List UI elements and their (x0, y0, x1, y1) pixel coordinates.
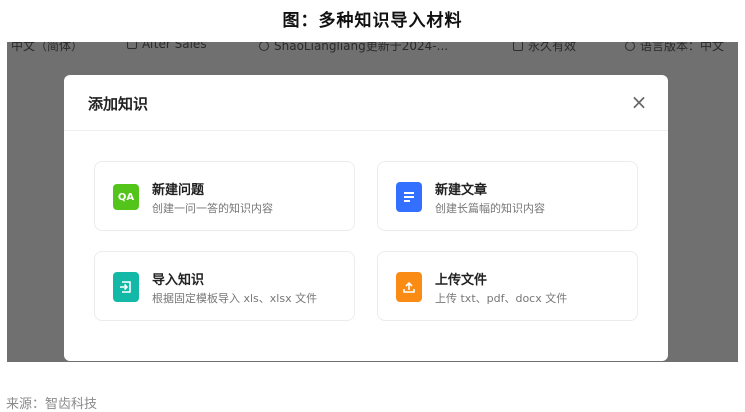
validity-item[interactable]: 永久有效 (513, 42, 576, 54)
upload-icon (396, 272, 422, 302)
calendar-icon (513, 42, 523, 51)
dialog-title: 添加知识 (88, 95, 149, 113)
category-icon (127, 42, 137, 49)
new-question-option[interactable]: QA 新建问题 创建一问一答的知识内容 (94, 161, 355, 231)
figure-caption: 图：多种知识导入材料 (282, 11, 463, 31)
option-desc: 根据固定模板导入 xls、xlsx 文件 (152, 292, 318, 305)
option-title: 上传文件 (435, 273, 488, 288)
add-knowledge-dialog: 添加知识 × QA 新建问题 创建一问一答的知识内容 新建文章 创建长篇幅的知识… (64, 75, 668, 361)
validity-label: 永久有效 (528, 42, 577, 53)
source-note: 来源：智齿科技 (6, 397, 98, 412)
update-label: ShaoLiangliang更新于2024-... (274, 42, 449, 53)
option-desc: 创建一问一答的知识内容 (152, 202, 273, 215)
globe-icon (625, 42, 635, 51)
option-title: 新建文章 (435, 183, 488, 198)
document-icon (396, 182, 422, 212)
update-item: ShaoLiangliang更新于2024-... (259, 42, 448, 54)
category-item[interactable]: After Sales (127, 42, 207, 51)
close-icon[interactable]: × (628, 91, 650, 113)
qa-icon: QA (113, 184, 139, 210)
option-title: 新建问题 (152, 183, 205, 198)
category-label: After Sales (142, 42, 207, 51)
dialog-header: 添加知识 × (64, 75, 668, 131)
option-title: 导入知识 (152, 273, 205, 288)
language-label: 中文（简体） (11, 42, 84, 53)
import-knowledge-option[interactable]: 导入知识 根据固定模板导入 xls、xlsx 文件 (94, 251, 355, 321)
version-label: 语言版本：中文 (640, 42, 725, 53)
new-article-option[interactable]: 新建文章 创建长篇幅的知识内容 (377, 161, 638, 231)
upload-file-option[interactable]: 上传文件 上传 txt、pdf、docx 文件 (377, 251, 638, 321)
clock-icon (259, 42, 269, 51)
language-item[interactable]: 中文（简体） (11, 42, 83, 54)
background-toolbar: 中文（简体） After Sales ShaoLiangliang更新于2024… (7, 42, 738, 54)
version-item[interactable]: 语言版本：中文 (625, 42, 724, 54)
app-screenshot: 中文（简体） After Sales ShaoLiangliang更新于2024… (7, 42, 738, 362)
option-desc: 上传 txt、pdf、docx 文件 (435, 292, 568, 305)
import-icon (113, 272, 139, 302)
qa-icon-text: QA (117, 191, 135, 203)
option-desc: 创建长篇幅的知识内容 (435, 202, 545, 215)
